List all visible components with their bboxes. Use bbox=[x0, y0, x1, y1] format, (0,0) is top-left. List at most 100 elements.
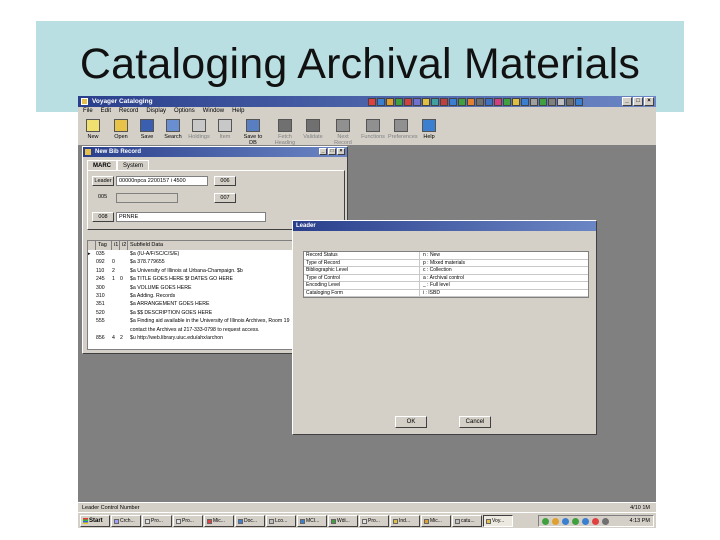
toolbar-help-button[interactable]: Help bbox=[416, 118, 442, 144]
menu-edit[interactable]: Edit bbox=[101, 107, 111, 116]
bib-close-icon[interactable]: × bbox=[337, 148, 345, 155]
leader-field-label: Record Status bbox=[304, 252, 420, 259]
menu-help[interactable]: Help bbox=[232, 107, 244, 116]
taskbar-button[interactable]: Voy... bbox=[483, 514, 513, 527]
toolbar-open-folder-button[interactable]: Open bbox=[108, 118, 134, 144]
tray-icon[interactable] bbox=[562, 517, 569, 525]
toolbar-preferences-button[interactable]: Preferences bbox=[388, 118, 418, 144]
taskbar-app-icon bbox=[269, 518, 274, 524]
tray-icon[interactable] bbox=[572, 517, 579, 525]
maximize-icon[interactable]: □ bbox=[633, 97, 643, 106]
quicklaunch-icon[interactable] bbox=[485, 97, 493, 106]
toolbar-functions-button[interactable]: Functions bbox=[360, 118, 386, 144]
table-row[interactable]: Bibliographic Level c : Collection bbox=[304, 267, 588, 275]
quicklaunch-icon[interactable] bbox=[548, 97, 556, 106]
row-marker bbox=[88, 258, 96, 266]
quicklaunch-icon[interactable] bbox=[422, 97, 430, 106]
toolbar-save-disk-button[interactable]: Save bbox=[134, 118, 160, 144]
taskbar-button[interactable]: Pro... bbox=[173, 514, 203, 527]
taskbar-button[interactable]: Ind... bbox=[390, 514, 420, 527]
start-button[interactable]: Start bbox=[80, 514, 110, 527]
toolbar-save-to-db-button[interactable]: Save to DB bbox=[240, 118, 266, 146]
tray-icon[interactable] bbox=[582, 517, 589, 525]
quicklaunch-icon[interactable] bbox=[539, 97, 547, 106]
toolbar-label: Preferences bbox=[388, 134, 418, 140]
indicator1-cell: 0 bbox=[112, 259, 115, 266]
leader-field[interactable]: 00000npca 2200157 i 4500 bbox=[116, 176, 208, 186]
table-row[interactable]: Type of Record p : Mixed materials bbox=[304, 259, 588, 267]
table-row[interactable]: Type of Control a : Archival control bbox=[304, 274, 588, 282]
taskbar-button[interactable]: Wdi... bbox=[328, 514, 358, 527]
minimize-icon[interactable]: _ bbox=[622, 97, 632, 106]
taskbar-button[interactable]: MCI... bbox=[297, 514, 327, 527]
tray-icon[interactable] bbox=[602, 517, 609, 525]
tag-cell: 555 bbox=[96, 318, 105, 325]
taskbar-button[interactable]: Crch... bbox=[111, 514, 141, 527]
quicklaunch-icon[interactable] bbox=[512, 97, 520, 106]
quicklaunch-icon[interactable] bbox=[476, 97, 484, 106]
ok-button[interactable]: OK bbox=[395, 416, 427, 428]
leader-button[interactable]: Leader bbox=[92, 176, 114, 186]
quicklaunch-icon[interactable] bbox=[449, 97, 457, 106]
tray-icon[interactable] bbox=[552, 517, 559, 525]
toolbar-validate-button[interactable]: Validate bbox=[300, 118, 326, 144]
windows-flag-icon bbox=[83, 517, 88, 524]
quicklaunch-icon[interactable] bbox=[377, 97, 385, 106]
menu-display[interactable]: Display bbox=[146, 107, 166, 116]
toolbar-new-button[interactable]: New bbox=[80, 118, 106, 144]
taskbar-button[interactable]: Mic... bbox=[204, 514, 234, 527]
quicklaunch-icon[interactable] bbox=[404, 97, 412, 106]
quicklaunch-icon[interactable] bbox=[458, 97, 466, 106]
taskbar-button[interactable]: Mic... bbox=[421, 514, 451, 527]
quicklaunch-icon[interactable] bbox=[431, 97, 439, 106]
taskbar-button[interactable]: Lco... bbox=[266, 514, 296, 527]
tab-marc[interactable]: MARC bbox=[87, 160, 117, 170]
quicklaunch-icon[interactable] bbox=[503, 97, 511, 106]
quicklaunch-icon[interactable] bbox=[440, 97, 448, 106]
indicator2-cell bbox=[120, 309, 128, 317]
quicklaunch-icon[interactable] bbox=[521, 97, 529, 106]
tray-icon[interactable] bbox=[592, 517, 599, 525]
taskbar-button-label: Mic... bbox=[430, 517, 442, 524]
cancel-button[interactable]: Cancel bbox=[459, 416, 491, 428]
quicklaunch-icon[interactable] bbox=[530, 97, 538, 106]
menu-record[interactable]: Record bbox=[119, 107, 138, 116]
quicklaunch-icon[interactable] bbox=[557, 97, 565, 106]
taskbar-button-label: Pro... bbox=[151, 517, 163, 524]
menu-window[interactable]: Window bbox=[203, 107, 224, 116]
taskbar-button[interactable]: Doc... bbox=[235, 514, 265, 527]
toolbar-next-record-button[interactable]: Next Record bbox=[330, 118, 356, 146]
table-row[interactable]: Cataloging Form i : ISBD bbox=[304, 289, 588, 297]
taskbar-button[interactable]: catu... bbox=[452, 514, 482, 527]
toolbar-search-button[interactable]: Search bbox=[160, 118, 186, 144]
menu-file[interactable]: File bbox=[83, 107, 93, 116]
quicklaunch-icon[interactable] bbox=[368, 97, 376, 106]
008-field[interactable]: PRNRE bbox=[116, 212, 266, 222]
taskbar-button[interactable]: Pro... bbox=[142, 514, 172, 527]
bib-maximize-icon[interactable]: □ bbox=[328, 148, 336, 155]
bib-minimize-icon[interactable]: _ bbox=[319, 148, 327, 155]
quicklaunch-icon[interactable] bbox=[413, 97, 421, 106]
quicklaunch-icon[interactable] bbox=[395, 97, 403, 106]
quicklaunch-icon[interactable] bbox=[386, 97, 394, 106]
quicklaunch-icon[interactable] bbox=[566, 97, 574, 106]
toolbar-fetch-heading-button[interactable]: Fetch Heading bbox=[272, 118, 298, 146]
open-folder-icon bbox=[114, 119, 128, 132]
table-row[interactable]: Record Status n : New bbox=[304, 252, 588, 260]
toolbar-item-button[interactable]: Item bbox=[212, 118, 238, 144]
toolbar-holdings-button[interactable]: Holdings bbox=[186, 118, 212, 144]
008-button[interactable]: 008 bbox=[92, 212, 114, 222]
007-button[interactable]: 007 bbox=[214, 193, 236, 203]
quicklaunch-icon[interactable] bbox=[575, 97, 583, 106]
tray-icon[interactable] bbox=[542, 517, 549, 525]
table-row[interactable]: Encoding Level _ : Full level bbox=[304, 282, 588, 290]
006-button[interactable]: 006 bbox=[214, 176, 236, 186]
tab-system[interactable]: System bbox=[117, 160, 150, 170]
toolbar-label: Save to DB bbox=[243, 134, 263, 146]
clock[interactable]: 4:13 PM bbox=[630, 518, 650, 524]
quicklaunch-icon[interactable] bbox=[494, 97, 502, 106]
taskbar-button[interactable]: Pro... bbox=[359, 514, 389, 527]
quicklaunch-icon[interactable] bbox=[467, 97, 475, 106]
close-icon[interactable]: × bbox=[644, 97, 654, 106]
menu-options[interactable]: Options bbox=[174, 107, 195, 116]
